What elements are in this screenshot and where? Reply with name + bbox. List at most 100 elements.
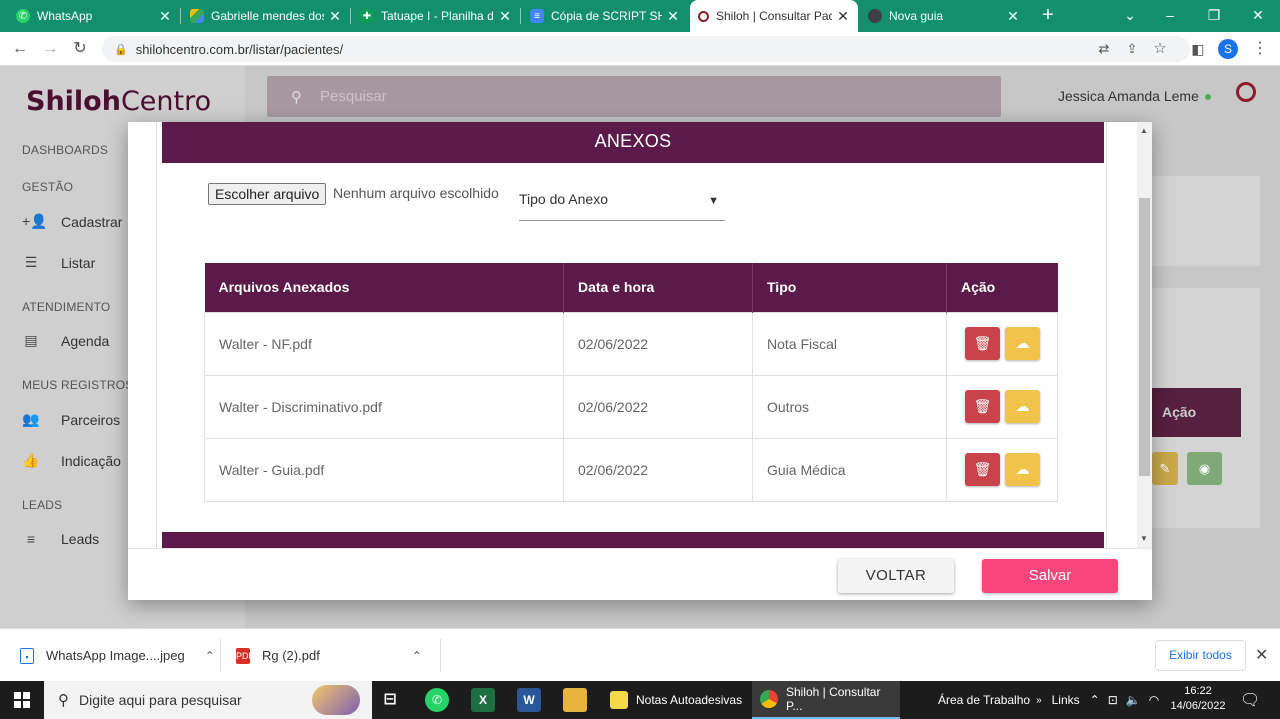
sidebar-item-parceiros[interactable]: 👥 Parceiros bbox=[22, 411, 120, 428]
download-button[interactable]: ☁ bbox=[1005, 327, 1040, 360]
scroll-up-icon[interactable]: ▲ bbox=[1140, 126, 1148, 135]
close-icon[interactable]: ✕ bbox=[1255, 645, 1268, 665]
start-button[interactable] bbox=[0, 681, 44, 719]
close-icon[interactable]: ✕ bbox=[1006, 8, 1020, 25]
translate-icon[interactable]: ⇄ bbox=[1094, 39, 1114, 59]
word-icon[interactable]: W bbox=[517, 688, 541, 712]
modal-scrollbar[interactable]: ▲ ▼ bbox=[1137, 122, 1152, 548]
table-row: Walter - Guia.pdf 02/06/2022 Guia Médica… bbox=[204, 437, 1058, 502]
chevron-up-icon[interactable]: ⌃ bbox=[412, 649, 422, 663]
close-icon[interactable]: ✕ bbox=[498, 8, 512, 25]
pdf-file-icon: PDF bbox=[236, 647, 254, 664]
minimize-icon[interactable]: – bbox=[1148, 0, 1192, 32]
download-button[interactable]: ☁ bbox=[1005, 390, 1040, 423]
close-icon[interactable]: ✕ bbox=[158, 8, 172, 25]
side-panel-icon[interactable]: ◧ bbox=[1188, 39, 1208, 59]
notification-icon[interactable]: 🗨 bbox=[1240, 690, 1260, 710]
sidebar-section-dashboards[interactable]: DASHBOARDS bbox=[22, 143, 108, 157]
delete-button[interactable]: 🗑 bbox=[965, 327, 1000, 360]
star-icon[interactable]: ☆ bbox=[1150, 39, 1170, 59]
docs-icon: ≡ bbox=[530, 9, 544, 23]
close-icon[interactable]: ✕ bbox=[328, 8, 342, 25]
share-icon[interactable]: ⇪ bbox=[1122, 39, 1142, 59]
file-explorer-icon[interactable] bbox=[563, 688, 587, 712]
clock[interactable]: 16:22 14/06/2022 bbox=[1168, 684, 1228, 714]
taskbar-app-chrome[interactable]: Shiloh | Consultar P... bbox=[752, 681, 900, 719]
system-tray: Área de Trabalho » Links ⌃ ⊡ 🔈 ◠ bbox=[938, 681, 1159, 719]
whatsapp-icon[interactable]: ✆ bbox=[425, 688, 449, 712]
tab-whatsapp[interactable]: ✆ WhatsApp ✕ bbox=[8, 0, 180, 32]
windows-icon bbox=[14, 692, 30, 708]
volume-icon[interactable]: 🔈 bbox=[1126, 693, 1141, 707]
sidebar-item-leads[interactable]: ≡ Leads bbox=[22, 531, 99, 547]
app-logo[interactable]: ShilohCentro bbox=[26, 86, 211, 117]
close-icon[interactable]: ✕ bbox=[666, 8, 680, 25]
profile-avatar[interactable]: S bbox=[1218, 39, 1238, 59]
attachments-modal: ANEXOS Escolher arquivo Nenhum arquivo e… bbox=[128, 122, 1152, 600]
taskbar-search-input[interactable]: ⚲ Digite aqui para pesquisar bbox=[44, 681, 372, 719]
choose-file-button[interactable]: Escolher arquivo bbox=[208, 183, 327, 205]
new-tab-button[interactable]: + bbox=[1030, 0, 1066, 32]
trash-icon: 🗑 bbox=[973, 335, 992, 351]
restore-icon[interactable]: ❐ bbox=[1192, 0, 1236, 32]
delete-button[interactable]: 🗑 bbox=[965, 453, 1000, 486]
forward-arrow-icon[interactable]: → bbox=[40, 39, 60, 59]
sidebar-item-listar[interactable]: ☰ Listar bbox=[22, 254, 96, 271]
online-status-icon bbox=[1204, 94, 1211, 101]
sidebar-item-indicacao[interactable]: 👍 Indicação bbox=[22, 452, 121, 469]
menu-kebab-icon[interactable]: ⋮ bbox=[1250, 39, 1270, 59]
download-item[interactable]: ▪ WhatsApp Image....jpeg ⌃ bbox=[20, 629, 215, 682]
chevron-up-icon[interactable]: ⌃ bbox=[205, 649, 215, 663]
chevron-right-icon[interactable]: » bbox=[1036, 695, 1042, 706]
dropdown-arrow-icon: ▼ bbox=[708, 195, 719, 207]
download-button[interactable]: ☁ bbox=[1005, 453, 1040, 486]
attachment-type-select[interactable]: Tipo do Anexo ▼ bbox=[519, 185, 725, 221]
sidebar-section-gestao: GESTÃO bbox=[22, 180, 74, 194]
tab-new[interactable]: Nova guia ✕ bbox=[860, 0, 1028, 32]
back-button[interactable]: VOLTAR bbox=[838, 559, 954, 593]
drive-icon bbox=[190, 9, 204, 23]
download-item[interactable]: PDF Rg (2).pdf ⌃ bbox=[236, 629, 422, 682]
sidebar-item-label: Listar bbox=[61, 254, 96, 271]
sidebar-item-cadastrar[interactable]: +👤 Cadastrar bbox=[22, 213, 122, 230]
trash-icon: 🗑 bbox=[973, 461, 992, 477]
background-action-header: Ação bbox=[1152, 388, 1241, 437]
user-name[interactable]: Jessica Amanda Leme bbox=[1058, 88, 1211, 104]
excel-icon[interactable]: X bbox=[471, 688, 495, 712]
cloud-download-icon: ☁ bbox=[1015, 461, 1030, 477]
close-window-icon[interactable]: ✕ bbox=[1236, 0, 1280, 32]
tab-drive[interactable]: Gabrielle mendes dos ✕ bbox=[182, 0, 350, 32]
taskbar-app-label: Notas Autoadesivas bbox=[636, 693, 743, 707]
scroll-down-icon[interactable]: ▼ bbox=[1140, 534, 1148, 543]
url-field[interactable]: 🔒 shilohcentro.com.br/listar/pacientes/ bbox=[102, 36, 1190, 62]
table-row: Walter - Discriminativo.pdf 02/06/2022 O… bbox=[204, 374, 1058, 439]
attachment-type-value: Tipo do Anexo bbox=[519, 191, 608, 207]
reload-icon[interactable]: ↻ bbox=[70, 39, 90, 59]
file-type: Outros bbox=[752, 374, 947, 439]
delete-button[interactable]: 🗑 bbox=[965, 390, 1000, 423]
target-icon[interactable] bbox=[1236, 82, 1256, 102]
sidebar-section-leads: LEADS bbox=[22, 498, 63, 512]
file-name: Walter - Guia.pdf bbox=[204, 437, 564, 502]
taskbar-app-sticky-notes[interactable]: Notas Autoadesivas bbox=[602, 681, 750, 719]
close-icon[interactable]: ✕ bbox=[836, 8, 850, 25]
sidebar-item-agenda[interactable]: ▤ Agenda bbox=[22, 332, 109, 349]
sidebar-item-label: Agenda bbox=[61, 332, 110, 349]
taskbar-app-label: Shiloh | Consultar P... bbox=[785, 685, 881, 713]
back-arrow-icon[interactable]: ← bbox=[10, 39, 30, 59]
tab-search-icon[interactable]: ⌄ bbox=[1108, 0, 1152, 32]
tab-sheets[interactable]: ✚ Tatuape I - Planilha de ✕ bbox=[352, 0, 520, 32]
task-view-icon[interactable]: ⊟ bbox=[378, 688, 402, 712]
meet-now-icon[interactable]: ⊡ bbox=[1108, 693, 1118, 707]
tab-shiloh[interactable]: Shiloh | Consultar Pac ✕ bbox=[690, 0, 858, 32]
links-toolbar-label[interactable]: Links bbox=[1052, 693, 1080, 707]
tray-chevron-up-icon[interactable]: ⌃ bbox=[1090, 693, 1100, 707]
scrollbar-thumb[interactable] bbox=[1139, 198, 1150, 476]
wifi-icon[interactable]: ◠ bbox=[1149, 693, 1159, 707]
show-all-downloads-button[interactable]: Exibir todos bbox=[1155, 640, 1246, 671]
desktop-toolbar-label[interactable]: Área de Trabalho bbox=[938, 693, 1030, 707]
file-type: Nota Fiscal bbox=[752, 311, 947, 376]
save-button[interactable]: Salvar bbox=[982, 559, 1118, 593]
tab-docs[interactable]: ≡ Cópia de SCRIPT SHIL ✕ bbox=[522, 0, 688, 32]
search-input[interactable]: ⚲ Pesquisar bbox=[267, 76, 1001, 117]
